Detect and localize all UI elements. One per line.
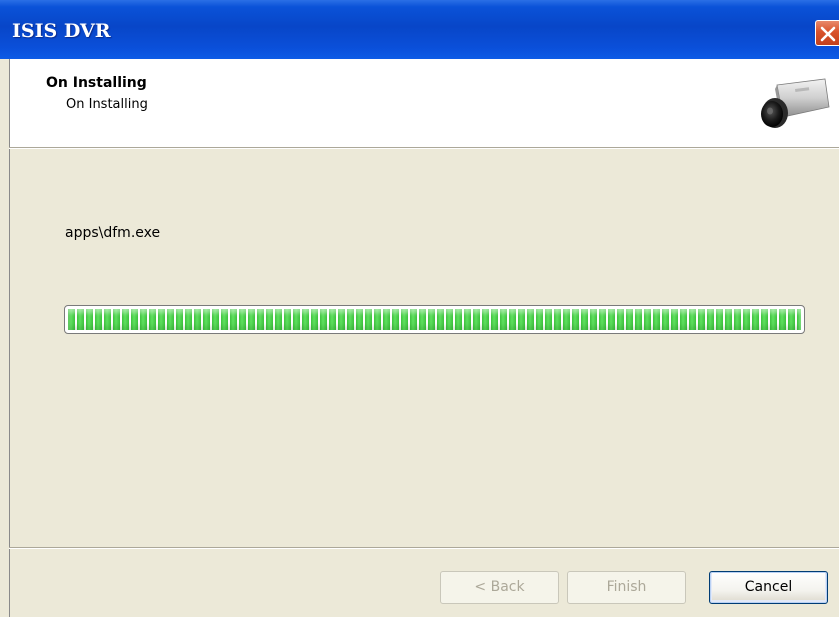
header-subtitle: On Installing bbox=[66, 97, 148, 112]
close-button[interactable] bbox=[815, 20, 839, 46]
title-bar[interactable]: ISIS DVR bbox=[0, 0, 839, 59]
camera-icon bbox=[761, 78, 830, 128]
wizard-content: apps\dfm.exe bbox=[9, 149, 839, 547]
finish-button[interactable]: Finish bbox=[567, 571, 686, 604]
window-title: ISIS DVR bbox=[12, 20, 111, 42]
installer-window: ISIS DVR On Installing On Installing app… bbox=[0, 0, 839, 617]
wizard-header: On Installing On Installing bbox=[9, 59, 839, 147]
install-progress-bar bbox=[64, 305, 805, 334]
back-button[interactable]: < Back bbox=[440, 571, 559, 604]
current-file-label: apps\dfm.exe bbox=[65, 225, 161, 241]
close-icon bbox=[820, 26, 836, 42]
header-title: On Installing bbox=[46, 75, 147, 91]
wizard-footer: < Back Finish Cancel bbox=[9, 549, 839, 617]
cancel-button[interactable]: Cancel bbox=[709, 571, 828, 604]
progress-bar-fill bbox=[68, 309, 801, 330]
